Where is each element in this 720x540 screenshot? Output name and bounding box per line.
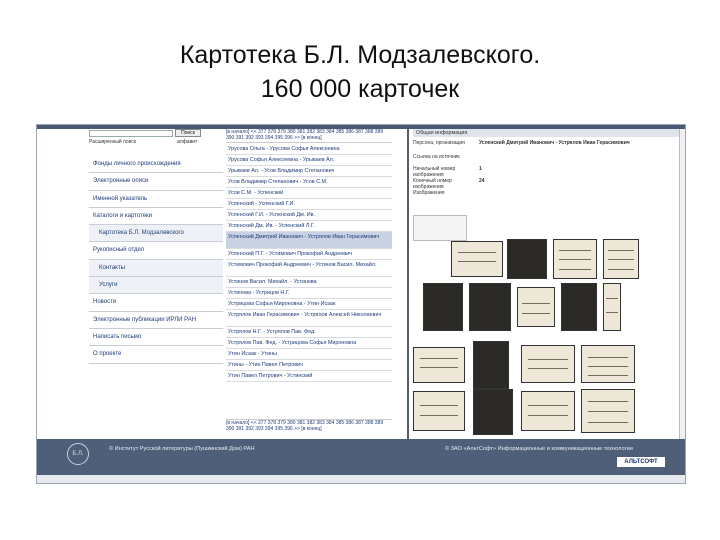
- footer-copyright-right: © ЗАО «АльтСофт» Информационные и коммун…: [445, 446, 633, 452]
- info-key: Ссылка на источник: [413, 154, 460, 160]
- slide-title: Картотека Б.Л. Модзалевского. 160 000 ка…: [0, 38, 720, 106]
- footer-strip: [37, 475, 685, 483]
- portrait-thumbnail[interactable]: [423, 283, 463, 331]
- list-item[interactable]: Утины - Утин Павел Петрович: [226, 360, 392, 371]
- card-thumbnail[interactable]: [473, 341, 509, 389]
- sidebar-item-publications[interactable]: Электронные публикации ИРЛИ РАН: [89, 312, 223, 329]
- card-list: Урусова Ольга - Урусова Софья Алексеевна…: [226, 144, 392, 382]
- card-thumbnail[interactable]: [517, 287, 555, 327]
- info-key: Конечный номер изображения: [413, 178, 452, 190]
- card-list-panel: [в начало] << 377 378 379 380 381 382 38…: [226, 129, 392, 434]
- advanced-row: Расширенный поиск алфавит: [89, 139, 223, 147]
- panel-divider: [407, 129, 409, 439]
- list-item[interactable]: Утин Исаак - Утины: [226, 349, 392, 360]
- card-thumbnail[interactable]: [581, 345, 635, 383]
- site-screenshot: Поиск Расширенный поиск алфавит Фонды ли…: [36, 124, 686, 484]
- list-item[interactable]: Урываев Ал. - Усов Владимир Степанович: [226, 166, 392, 177]
- list-item[interactable]: Успенский Г.И. - Успенский Дм. Ив.: [226, 210, 392, 221]
- card-thumbnail[interactable]: [581, 389, 635, 433]
- info-row-person: Персона, организация Успенский Дмитрий И…: [413, 140, 683, 155]
- sidebar-item-services[interactable]: Услуги: [89, 277, 223, 295]
- info-row-end: Конечный номер изображения 24: [413, 178, 683, 191]
- list-item[interactable]: Устинов Васил. Михайл. - Устинова: [226, 277, 392, 288]
- info-key: Персона, организация: [413, 140, 465, 146]
- sidebar-item-contacts[interactable]: Контакты: [89, 259, 223, 278]
- sidebar-item-funds[interactable]: Фонды личного происхождения: [89, 156, 223, 174]
- pager-top[interactable]: [в начало] << 377 378 379 380 381 382 38…: [226, 129, 392, 143]
- list-item[interactable]: Усов С.М. - Успенский: [226, 188, 392, 199]
- card-thumbnail[interactable]: [413, 347, 465, 383]
- list-item[interactable]: Успенский П.Г. - Устимович Прокофий Андр…: [226, 249, 392, 260]
- card-thumbnail[interactable]: [521, 345, 575, 383]
- list-item[interactable]: Устинова - Устрицов Н.Г.: [226, 288, 392, 299]
- slide-title-line-2: 160 000 карточек: [260, 75, 460, 103]
- sidebar-item-news[interactable]: Новости: [89, 294, 223, 312]
- card-thumbnail[interactable]: [603, 239, 639, 279]
- sidebar-item-manuscripts[interactable]: Рукописный отдел: [89, 242, 223, 260]
- detail-info: Персона, организация Успенский Дмитрий И…: [413, 140, 683, 201]
- altsoft-logo[interactable]: АЛЬТСОФТ: [617, 457, 665, 467]
- card-thumbnail[interactable]: [507, 239, 547, 279]
- sidebar-menu: Фонды личного происхождения Электронные …: [89, 156, 223, 364]
- card-thumbnail[interactable]: [603, 283, 621, 331]
- footer: Б.Л. © Институт Русской литературы (Пушк…: [37, 439, 685, 483]
- sidebar-item-name-index[interactable]: Именной указатель: [89, 191, 223, 208]
- pager-bottom[interactable]: [в начало] << 377 378 379 380 381 382 38…: [226, 419, 392, 433]
- info-value: 1: [479, 166, 482, 172]
- info-key: Начальный номер изображения: [413, 166, 456, 178]
- portrait-thumbnail[interactable]: [469, 283, 511, 331]
- portrait-thumbnail[interactable]: [561, 283, 597, 331]
- list-item[interactable]: Успенский Дм. Ив. - Успенский Л.Г.: [226, 221, 392, 232]
- card-thumbnail[interactable]: [553, 239, 597, 279]
- info-row-start: Начальный номер изображения 1: [413, 166, 683, 179]
- list-item[interactable]: Утин Павел Петрович - Устинский: [226, 371, 392, 382]
- search-input[interactable]: [89, 130, 173, 137]
- card-detail-panel: Общая информация Персона, организация Ус…: [413, 129, 683, 439]
- card-thumbnail[interactable]: [473, 389, 513, 435]
- alphabet-link[interactable]: алфавит: [177, 139, 197, 145]
- card-thumbnail[interactable]: [451, 241, 503, 277]
- list-item[interactable]: Устрялов Н.Г. - Устрялов Пав. Фед.: [226, 327, 392, 338]
- sidebar-item-inventories[interactable]: Электронные описи: [89, 173, 223, 191]
- scrollbar[interactable]: [679, 129, 685, 439]
- list-item[interactable]: Устрялов Иван Герасимович - Устрялов Але…: [226, 310, 392, 327]
- list-item[interactable]: Устимович Прокофий Андреевич - Устинов В…: [226, 260, 392, 277]
- info-value: 24: [479, 178, 485, 184]
- list-item-selected[interactable]: Успенский Дмитрий Иванович - Устрялов Ив…: [226, 232, 392, 249]
- info-value: Успенский Дмитрий Иванович - Устрялов Ив…: [479, 140, 630, 146]
- list-item[interactable]: Урусова Ольга - Урусова Софья Алексеевна: [226, 144, 392, 155]
- list-item[interactable]: Урусова Софья Алексеевна - Урываев Ал.: [226, 155, 392, 166]
- slide-title-line-1: Картотека Б.Л. Модзалевского.: [179, 41, 541, 69]
- advanced-search-link[interactable]: Расширенный поиск: [89, 139, 136, 145]
- detail-header: Общая информация: [413, 129, 683, 137]
- footer-copyright-left: © Институт Русской литературы (Пушкински…: [109, 446, 255, 452]
- card-thumbnail[interactable]: [413, 391, 465, 431]
- institute-seal-icon: Б.Л.: [67, 443, 89, 465]
- card-thumbnail[interactable]: [521, 391, 575, 431]
- list-item[interactable]: Успенский - Успенский Г.И.: [226, 199, 392, 210]
- list-item[interactable]: Устрялов Пав. Фед. - Устрицова Софья Мир…: [226, 338, 392, 349]
- sidebar-item-modzalevsky[interactable]: Картотека Б.Л. Модзалевского: [89, 225, 223, 243]
- info-key: Изображения: [413, 190, 445, 196]
- list-item[interactable]: Устрицова Софья Мироновна - Утин Исаак: [226, 299, 392, 310]
- sidebar-item-about[interactable]: О проекте: [89, 346, 223, 364]
- sidebar-item-catalogs[interactable]: Каталоги и картотеки: [89, 208, 223, 226]
- search-row: Поиск: [89, 129, 223, 138]
- image-placeholder: [413, 215, 467, 241]
- info-row-images: Изображения: [413, 190, 683, 201]
- list-item[interactable]: Усов Владимир Степанович - Усов С.М.: [226, 177, 392, 188]
- sidebar-item-write[interactable]: Написать письмо: [89, 329, 223, 347]
- search-button[interactable]: Поиск: [175, 129, 201, 137]
- sidebar: Поиск Расширенный поиск алфавит Фонды ли…: [89, 129, 223, 369]
